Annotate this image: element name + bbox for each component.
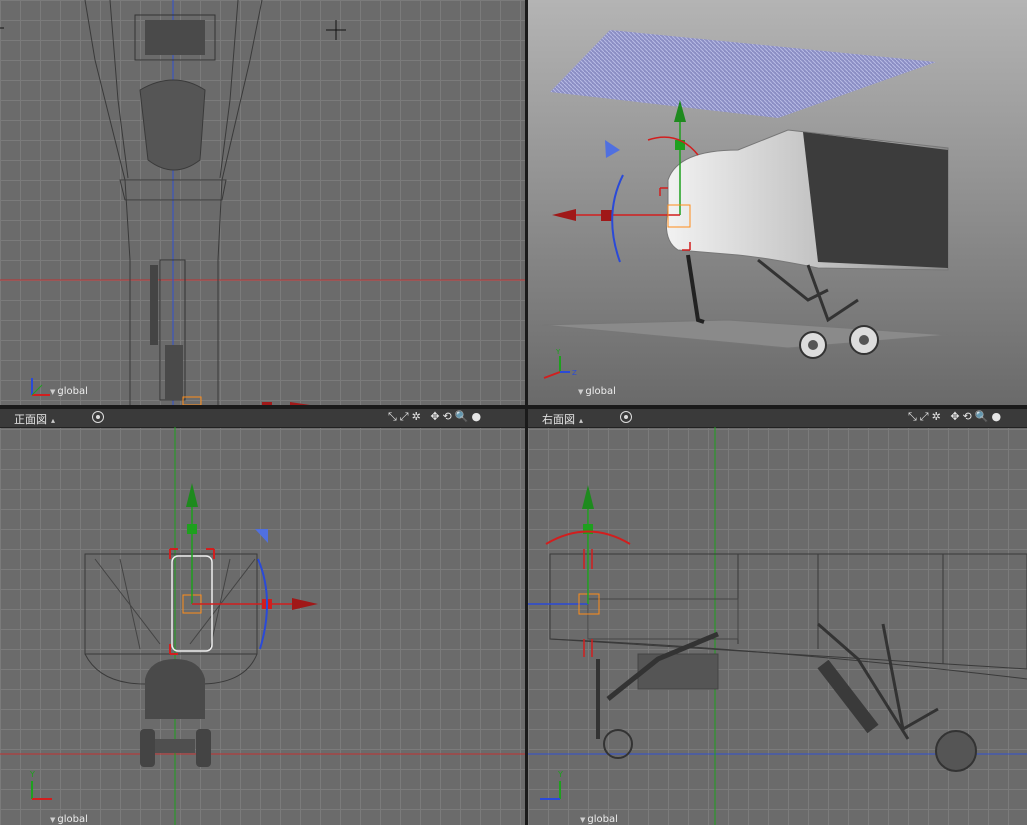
front-view-wireframe: Y [0, 427, 525, 825]
coord-system-label[interactable]: ▼ global [580, 814, 618, 825]
plane-mesh [550, 30, 936, 118]
axis-y-label: Y [555, 348, 561, 356]
viewport-divider-horizontal[interactable] [0, 405, 1027, 409]
axis-y-label: Y [29, 770, 35, 779]
coord-system-label[interactable]: ▼ global [578, 386, 616, 397]
coord-system-label[interactable]: ▼ global [50, 386, 88, 397]
axis-z-label: Z [572, 369, 577, 377]
viewport-divider-vertical[interactable] [525, 0, 528, 825]
top-view-wireframe [0, 0, 525, 405]
perspective-viewport[interactable]: Y Z ▼ global [528, 0, 1027, 405]
axis-y-label: Y [557, 770, 563, 779]
right-viewport[interactable]: 右面図 ▴ ⤡⤢✲ ✥⟲🔍● Y ▼ global [528, 409, 1027, 825]
top-viewport[interactable]: ▼ global [0, 0, 525, 405]
perspective-scene: Y Z [541, 30, 949, 379]
front-viewport[interactable]: 正面図 ▴ ⤡⤢✲ ✥⟲🔍● Y ▼ global [0, 409, 525, 825]
coord-system-label[interactable]: ▼ global [50, 814, 88, 825]
right-view-wireframe: Y [528, 427, 1027, 825]
